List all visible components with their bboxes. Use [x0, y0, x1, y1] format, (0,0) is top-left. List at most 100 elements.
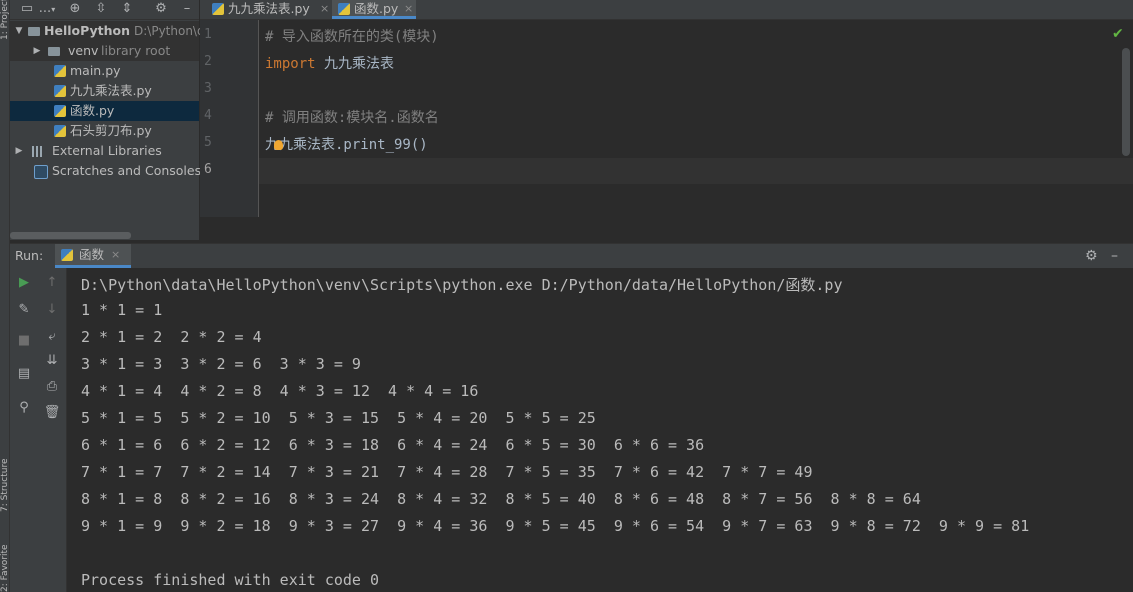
- tree-root-path: D:\Python\d: [134, 24, 205, 38]
- chevron-right-icon[interactable]: ▶: [32, 41, 42, 61]
- chevron-down-icon[interactable]: ▼: [14, 21, 24, 41]
- layout-icon[interactable]: ▤: [15, 365, 33, 383]
- library-icon: [32, 146, 44, 157]
- tree-item-label: Scratches and Consoles: [52, 163, 202, 178]
- code-editor[interactable]: 1 2 3 4 5 6 # 导入函数所在的类(模块) import 九九乘法表 …: [200, 20, 1133, 240]
- python-file-icon: [54, 65, 66, 77]
- console-line: 5 * 1 = 5 5 * 2 = 10 5 * 3 = 15 5 * 4 = …: [81, 409, 596, 427]
- pin-icon[interactable]: ⚲: [15, 399, 33, 417]
- tree-item-external-libraries[interactable]: ▶ External Libraries: [10, 141, 199, 161]
- collapse-all-icon[interactable]: ⇕: [118, 0, 136, 18]
- project-view-icon[interactable]: ▭: [18, 0, 36, 18]
- tree-item-venv[interactable]: ▶ venv library root: [10, 41, 199, 61]
- chevron-right-icon[interactable]: ▶: [14, 141, 24, 161]
- python-file-icon: [212, 3, 224, 15]
- console-output[interactable]: D:\Python\data\HelloPython\venv\Scripts\…: [67, 268, 1133, 592]
- keyword-import: import: [265, 56, 316, 72]
- project-horizontal-scrollbar[interactable]: [10, 232, 131, 239]
- console-line: 8 * 1 = 8 8 * 2 = 16 8 * 3 = 24 8 * 4 = …: [81, 490, 921, 508]
- close-icon[interactable]: ×: [320, 0, 329, 18]
- scroll-to-end-icon[interactable]: ⇊: [43, 352, 61, 370]
- module-name: 九九乘法表: [315, 56, 395, 72]
- console-toolbar: ↑ ↓ ⤶ ⇊ ⎙ 🗑: [38, 268, 67, 592]
- console-line: 7 * 1 = 7 7 * 2 = 14 7 * 3 = 21 7 * 4 = …: [81, 463, 813, 481]
- run-tab-hanshu[interactable]: 函数 ×: [55, 244, 131, 268]
- tree-item-file[interactable]: 石头剪刀布.py: [10, 121, 199, 141]
- console-line: 6 * 1 = 6 6 * 2 = 12 6 * 3 = 18 6 * 4 = …: [81, 436, 705, 454]
- line-number-gutter: 1 2 3 4 5 6: [200, 20, 259, 217]
- line-number: 6: [204, 162, 212, 177]
- console-line: 9 * 1 = 9 9 * 2 = 18 9 * 3 = 27 9 * 4 = …: [81, 517, 1030, 535]
- tab-label: 函数.py: [354, 1, 399, 16]
- tab-hanshu[interactable]: 函数.py ×: [332, 0, 416, 19]
- hide-icon[interactable]: –: [1111, 244, 1118, 268]
- line-number: 1: [204, 27, 212, 42]
- console-line: Process finished with exit code 0: [81, 571, 380, 589]
- close-icon[interactable]: ×: [404, 0, 413, 18]
- console-line: 2 * 1 = 2 2 * 2 = 4: [81, 328, 262, 346]
- hide-icon[interactable]: –: [178, 0, 196, 18]
- arrow-up-icon[interactable]: ↑: [43, 274, 61, 292]
- tree-item-file-selected[interactable]: 函数.py: [10, 101, 199, 121]
- tree-root-name: HelloPython: [44, 23, 130, 38]
- structure-tool-tab[interactable]: 7: Structure: [0, 455, 9, 515]
- dropdown-label: ...: [38, 1, 52, 16]
- tree-item-scratches[interactable]: Scratches and Consoles: [10, 161, 202, 181]
- soft-wrap-icon[interactable]: ⤶: [43, 328, 61, 346]
- rerun-icon[interactable]: ▶: [15, 274, 33, 292]
- inspection-ok-icon[interactable]: ✔: [1112, 26, 1124, 42]
- scratches-icon: [34, 165, 48, 179]
- current-line-highlight: [259, 158, 1133, 184]
- locate-icon[interactable]: ⊕: [66, 0, 84, 18]
- python-file-icon: [54, 105, 66, 117]
- run-tab-label: 函数: [79, 247, 105, 262]
- library-root-tag: library root: [101, 43, 171, 58]
- tab-jiujiu[interactable]: 九九乘法表.py ×: [208, 0, 330, 19]
- wrench-icon[interactable]: ✎: [15, 301, 33, 319]
- project-pane: ▭ ...▾ ⊕ ⇳ ⇕ ⚙ – ▼ HelloPython D:\Python…: [10, 0, 205, 240]
- expand-all-icon[interactable]: ⇳: [92, 0, 110, 18]
- project-toolbar: ▭ ...▾ ⊕ ⇳ ⇕ ⚙ –: [10, 0, 199, 20]
- console-line: 4 * 1 = 4 4 * 2 = 8 4 * 3 = 12 4 * 4 = 1…: [81, 382, 479, 400]
- code-line-4: # 调用函数:模块名.函数名: [265, 110, 439, 126]
- line-number: 4: [204, 108, 212, 123]
- tree-item-label: External Libraries: [52, 143, 162, 158]
- editor-tab-bar: 九九乘法表.py × 函数.py ×: [200, 0, 1133, 20]
- editor-vertical-scrollbar[interactable]: [1122, 48, 1130, 156]
- code-line-1: # 导入函数所在的类(模块): [265, 29, 439, 45]
- console-line: 3 * 1 = 3 3 * 2 = 6 3 * 3 = 9: [81, 355, 361, 373]
- python-file-icon: [54, 125, 66, 137]
- line-number: 3: [204, 81, 212, 96]
- run-label: Run:: [15, 248, 44, 263]
- intention-bulb-icon[interactable]: [274, 140, 283, 150]
- console-line: D:\Python\data\HelloPython\venv\Scripts\…: [81, 276, 843, 294]
- python-file-icon: [338, 3, 350, 15]
- folder-icon: [48, 47, 60, 56]
- close-icon[interactable]: ×: [111, 244, 120, 266]
- gear-icon[interactable]: ⚙: [152, 0, 170, 18]
- print-icon[interactable]: ⎙: [43, 378, 61, 396]
- code-line-2: import 九九乘法表: [265, 53, 394, 73]
- tree-item-label: 函数.py: [70, 103, 115, 118]
- tree-root[interactable]: ▼ HelloPython D:\Python\d: [10, 21, 205, 41]
- favorites-tool-tab[interactable]: 2: Favorites: [0, 545, 9, 592]
- gear-icon[interactable]: ⚙: [1085, 244, 1098, 268]
- tree-item-file[interactable]: 九九乘法表.py: [10, 81, 199, 101]
- python-file-icon: [61, 249, 73, 261]
- line-number: 5: [204, 135, 212, 150]
- arrow-down-icon[interactable]: ↓: [43, 301, 61, 319]
- tree-item-label: 石头剪刀布.py: [70, 123, 152, 138]
- stop-icon[interactable]: ■: [15, 332, 33, 350]
- run-toolbar: ▶ ✎ ■ ▤ ⚲: [10, 268, 38, 592]
- left-tool-strip: 1: Project 7: Structure 2: Favorites: [0, 0, 10, 592]
- trash-icon[interactable]: 🗑: [43, 404, 61, 422]
- line-number: 2: [204, 54, 212, 69]
- run-panel-header: Run: 函数 × ⚙ –: [10, 243, 1133, 269]
- chevron-down-icon: ▾: [51, 5, 56, 14]
- code-line-5: 九九乘法表.print_99(): [265, 137, 428, 153]
- project-tool-tab[interactable]: 1: Project: [0, 0, 9, 40]
- tab-label: 九九乘法表.py: [228, 1, 310, 16]
- view-dropdown[interactable]: ...▾: [36, 0, 58, 18]
- tree-item-label: venv: [68, 43, 99, 58]
- tree-item-file[interactable]: main.py: [10, 61, 199, 81]
